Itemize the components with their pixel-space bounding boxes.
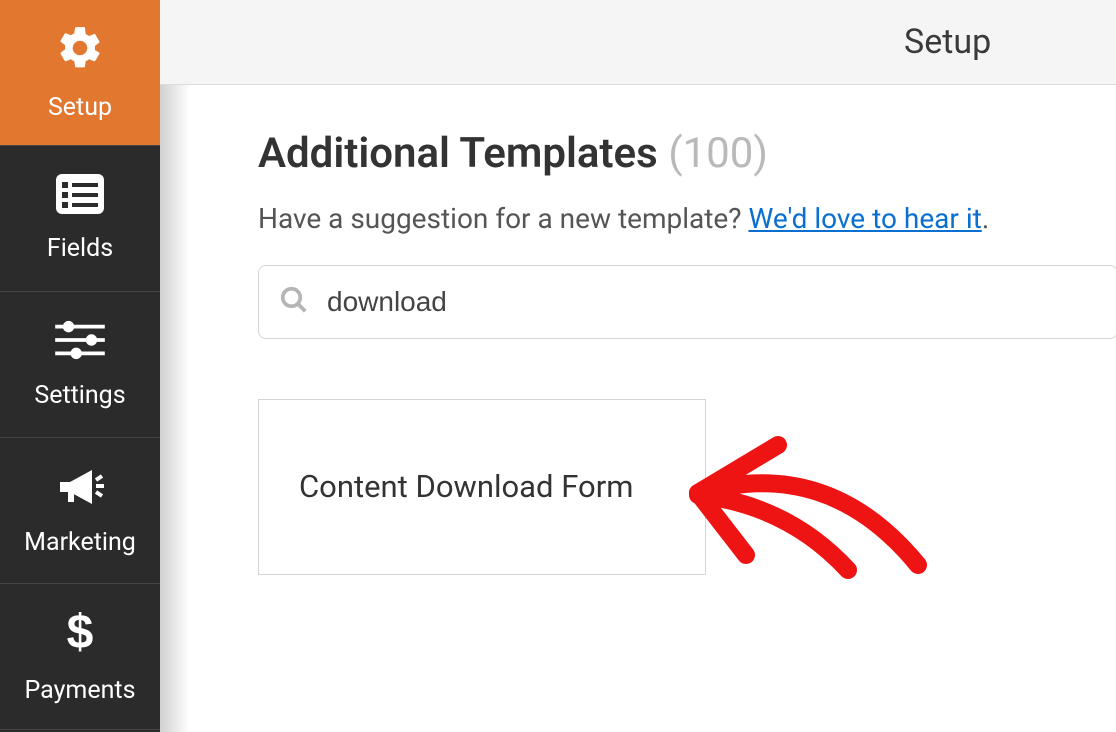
template-name: Content Download Form	[299, 465, 633, 510]
subtitle: Have a suggestion for a new template? We…	[258, 202, 1116, 235]
sidebar-item-label: Marketing	[24, 528, 136, 557]
page-title: Setup	[904, 22, 991, 62]
template-card-content-download[interactable]: Content Download Form	[258, 399, 706, 575]
list-icon	[55, 174, 105, 218]
sidebar-item-label: Payments	[25, 676, 136, 705]
heading-text: Additional Templates	[258, 129, 658, 178]
sidebar-item-label: Fields	[47, 234, 113, 263]
templates-heading: Additional Templates (100)	[258, 129, 1116, 178]
sidebar-item-marketing[interactable]: Marketing	[0, 438, 160, 584]
search-input[interactable]	[327, 286, 1097, 318]
search-icon	[279, 285, 309, 319]
sidebar-item-setup[interactable]: Setup	[0, 0, 160, 146]
subtitle-suffix: .	[982, 202, 989, 235]
subtitle-prefix: Have a suggestion for a new template?	[258, 202, 748, 235]
search-box[interactable]	[258, 265, 1116, 339]
sidebar-item-fields[interactable]: Fields	[0, 146, 160, 292]
sidebar-item-label: Settings	[34, 381, 125, 410]
shadow-strip	[160, 85, 190, 732]
topbar: Setup	[160, 0, 1116, 85]
sliders-icon	[54, 319, 106, 365]
main-panel: Additional Templates (100) Have a sugges…	[196, 85, 1116, 732]
suggestion-link[interactable]: We'd love to hear it	[748, 202, 981, 235]
gear-icon	[55, 23, 105, 77]
svg-text:$: $	[67, 608, 94, 656]
sidebar-item-label: Setup	[48, 93, 112, 122]
sidebar-item-payments[interactable]: $ Payments	[0, 584, 160, 730]
megaphone-icon	[55, 464, 105, 512]
sidebar-item-settings[interactable]: Settings	[0, 292, 160, 438]
sidebar: Setup Fields Settings Marketing $ Paymen…	[0, 0, 160, 732]
dollar-icon: $	[65, 608, 95, 660]
heading-count: (100)	[668, 129, 768, 178]
